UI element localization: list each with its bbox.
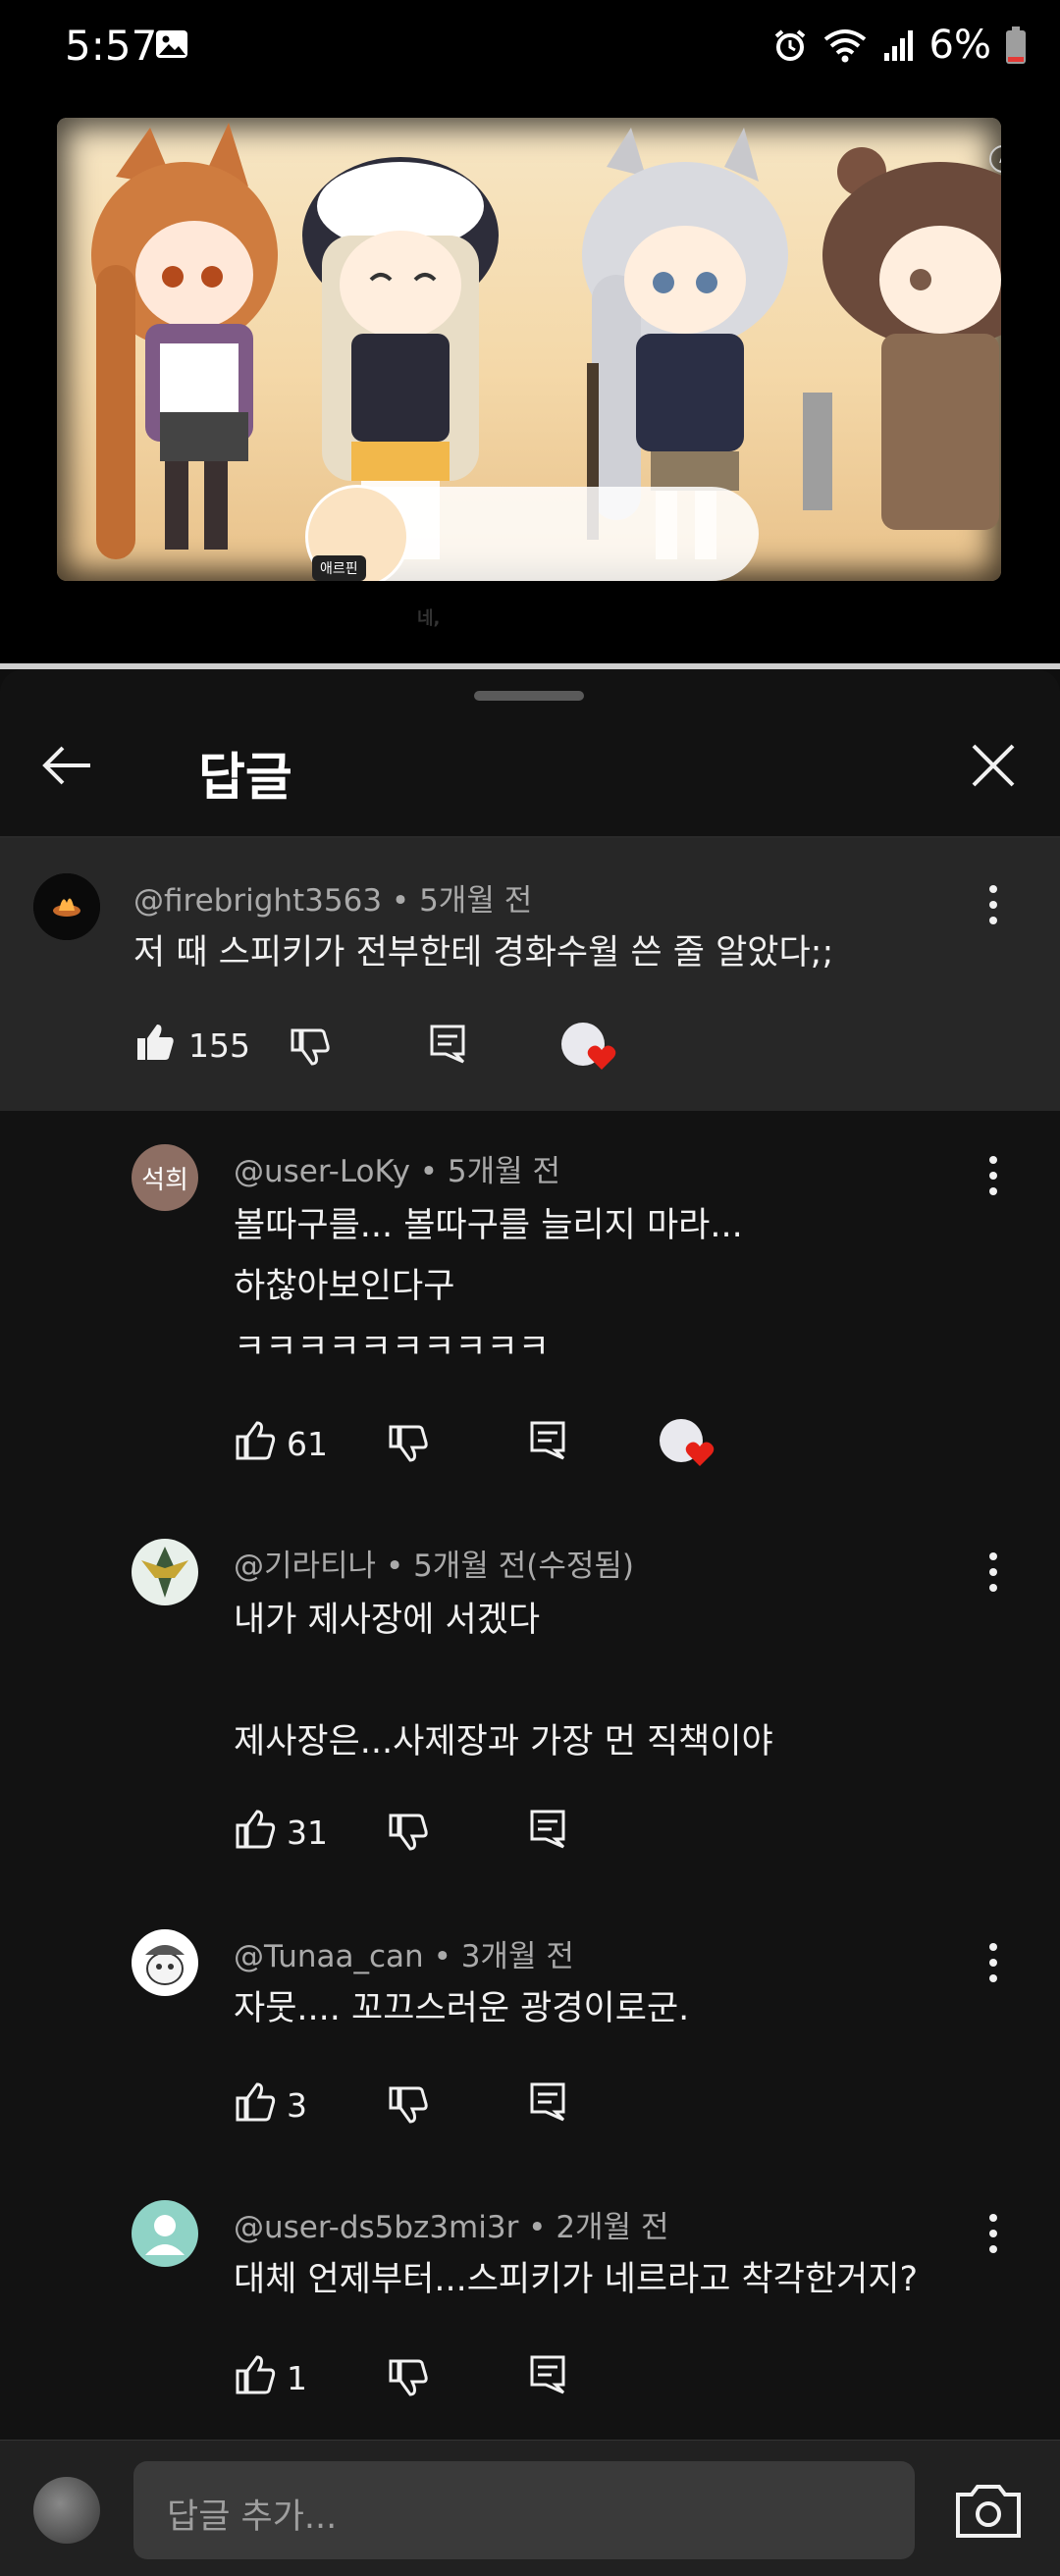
comment-meta: @firebright3563 • 5개월 전: [133, 875, 532, 920]
reply-meta: @Tunaa_can • 3개월 전: [234, 1931, 574, 1975]
video-dialog-box: [305, 485, 759, 581]
avatar[interactable]: 석희: [132, 1144, 198, 1211]
reply-icon[interactable]: [528, 1419, 567, 1462]
video-dialog-name: 애르핀: [312, 555, 366, 581]
avatar-initials: 석희: [141, 1165, 188, 1195]
reply-input-placeholder[interactable]: 답글 추가...: [167, 2489, 337, 2539]
reply-meta: @user-LoKy • 5개월 전: [234, 1146, 560, 1190]
comment-text: 저 때 스피키가 전부한테 경화수월 쓴 줄 알았다;;: [133, 933, 834, 973]
avatar-image: [141, 1547, 188, 1598]
dislike-icon[interactable]: [289, 1025, 332, 1068]
like-count: 155: [188, 1026, 250, 1065]
like-icon[interactable]: [234, 2080, 277, 2124]
like-icon[interactable]: [234, 1419, 277, 1462]
reply-author[interactable]: @user-LoKy: [234, 1154, 410, 1189]
like-count: 61: [287, 1425, 328, 1463]
like-count: 3: [287, 2086, 307, 2125]
close-icon[interactable]: [962, 734, 1025, 797]
like-icon[interactable]: [234, 1808, 277, 1851]
reply-meta: @user-ds5bz3mi3r • 2개월 전: [234, 2202, 668, 2246]
avatar-image: [33, 873, 100, 940]
reply-text: 자뭇.... 꼬끄스러운 광경이로군.: [234, 1989, 690, 2028]
heart-icon: [587, 1045, 616, 1070]
comment-author[interactable]: @firebright3563: [133, 883, 382, 919]
reply-icon[interactable]: [528, 2080, 567, 2124]
video-dialog-text: 네,: [417, 608, 441, 629]
reply-icon[interactable]: [528, 1808, 567, 1851]
more-options-icon[interactable]: [974, 1935, 1013, 1990]
heart-icon: [685, 1442, 715, 1466]
reply-time: • 5개월 전: [409, 1154, 561, 1189]
more-options-icon[interactable]: [974, 877, 1013, 932]
panel-title: 답글: [198, 749, 292, 808]
like-count: 1: [287, 2359, 307, 2397]
like-icon[interactable]: [234, 2353, 277, 2396]
reply-time: • 2개월 전: [518, 2210, 669, 2245]
more-options-icon[interactable]: [974, 1545, 1013, 1600]
reply-meta: @기라티나 • 5개월 전(수정됨): [234, 1541, 634, 1585]
reply-text: 볼따구를... 볼따구를 늘리지 마라... 하찮아보인다구 ㅋㅋㅋㅋㅋㅋㅋㅋㅋ…: [234, 1206, 743, 1367]
reply-text: 내가 제사장에 서겠다 제사장은...사제장과 가장 먼 직책이야: [234, 1601, 773, 1761]
alarm-icon: [774, 29, 805, 61]
more-options-icon[interactable]: [974, 2206, 1013, 2261]
like-icon[interactable]: [133, 1021, 177, 1064]
video-frame: AUTO: [57, 118, 1001, 581]
battery-percentage: 6%: [928, 23, 991, 68]
dislike-icon[interactable]: [387, 1810, 430, 1853]
reply-time: • 5개월 전(수정됨): [376, 1549, 634, 1584]
reply-text: 대체 언제부터...스피키가 네르라고 착각한거지?: [234, 2260, 919, 2299]
gallery-icon: [156, 30, 187, 58]
default-avatar-icon: [145, 2215, 185, 2255]
comment-time: • 5개월 전: [382, 883, 533, 919]
video-player[interactable]: AUTO 애르핀 네,: [0, 94, 1060, 663]
back-arrow-icon[interactable]: [35, 734, 98, 797]
avatar[interactable]: [132, 1539, 198, 1605]
avatar-image: [145, 1945, 185, 1985]
user-avatar[interactable]: [33, 2477, 100, 2544]
signal-icon: [883, 30, 913, 61]
battery-icon: [1006, 26, 1026, 64]
dislike-icon[interactable]: [387, 2355, 430, 2398]
reply-icon[interactable]: [428, 1023, 467, 1066]
dislike-icon[interactable]: [387, 2082, 430, 2126]
wifi-icon: [823, 29, 866, 63]
avatar[interactable]: [33, 873, 100, 940]
reply-author[interactable]: @Tunaa_can: [234, 1939, 424, 1974]
more-options-icon[interactable]: [974, 1148, 1013, 1203]
reply-time: • 3개월 전: [423, 1939, 574, 1974]
camera-icon[interactable]: [954, 2481, 1023, 2540]
reply-author[interactable]: @user-ds5bz3mi3r: [234, 2210, 518, 2245]
avatar[interactable]: [132, 2200, 198, 2267]
status-icons: 6%: [772, 18, 1027, 73]
reply-icon[interactable]: [528, 2353, 567, 2396]
reply-author[interactable]: @기라티나: [234, 1549, 376, 1584]
avatar[interactable]: [132, 1929, 198, 1996]
drag-handle[interactable]: [474, 691, 584, 701]
status-time: 5:57: [65, 22, 158, 70]
like-count: 31: [287, 1814, 328, 1852]
dislike-icon[interactable]: [387, 1421, 430, 1464]
